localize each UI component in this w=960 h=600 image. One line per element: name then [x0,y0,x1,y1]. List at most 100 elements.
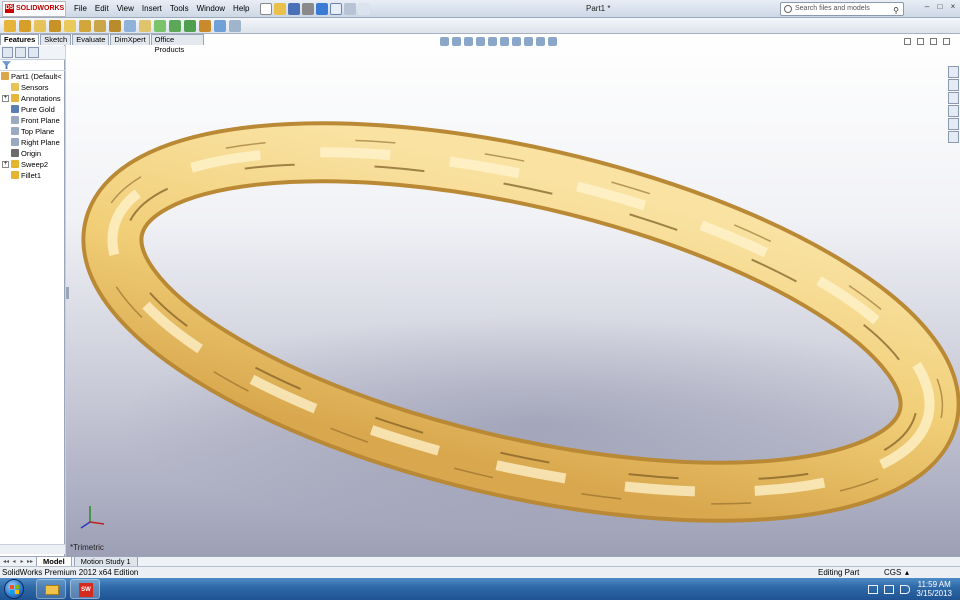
tree-item-front-plane[interactable]: Front Plane [0,115,65,126]
previous-view-icon[interactable] [464,37,473,46]
first-tab-button[interactable]: ◂◂ [2,558,10,566]
revolve-icon[interactable] [19,19,31,32]
tree-item-annotations[interactable]: + Annotations [0,93,65,104]
tab-features[interactable]: Features [0,34,40,45]
menu-help[interactable]: Help [229,0,253,18]
chamfer-icon[interactable] [79,19,91,32]
tree-item-label: Sensors [21,83,49,92]
file-explorer-icon[interactable] [948,92,959,104]
search-icon[interactable]: ⚲ [893,5,899,17]
action-center-icon[interactable] [868,584,879,594]
design-library-icon[interactable] [948,79,959,91]
zoom-to-fit-icon[interactable] [440,37,449,46]
tree-item-fillet1[interactable]: Fillet1 [0,170,65,181]
units-selector[interactable]: CGS [884,568,901,578]
search-results-icon[interactable] [948,105,959,117]
feature-tree-icon[interactable] [2,47,13,58]
loft-icon[interactable] [49,19,61,32]
custom-properties-icon[interactable] [948,131,959,143]
restore-button[interactable]: □ [935,2,945,12]
hole-wizard-icon[interactable] [199,19,211,32]
curves-icon[interactable] [169,19,181,32]
select-cursor-icon[interactable] [329,2,342,15]
edition-text: SolidWorks Premium 2012 x64 Edition [2,568,139,577]
viewport-restore-icon[interactable] [917,38,924,45]
sweep-tool-icon[interactable] [34,19,46,32]
graphics-area[interactable]: *Trimetric [66,34,960,556]
new-document-icon[interactable] [259,2,272,15]
viewport-close-icon[interactable] [943,38,950,45]
expand-icon[interactable]: + [2,161,9,168]
apply-scene-icon[interactable] [536,37,545,46]
display-style-icon[interactable] [500,37,509,46]
tab-dimxpert[interactable]: DimXpert [110,34,150,45]
open-folder-icon[interactable] [273,2,286,15]
volume-icon[interactable] [900,584,911,594]
undo-icon[interactable] [315,2,328,15]
section-view-icon[interactable] [476,37,485,46]
view-settings-icon[interactable] [548,37,557,46]
tree-item-sensors[interactable]: Sensors [0,82,65,93]
rebuild-icon[interactable] [343,2,356,15]
tab-model[interactable]: Model [36,556,72,567]
clock[interactable]: 11:59 AM 3/15/2013 [916,580,952,598]
fillet-tool-icon[interactable] [64,19,76,32]
close-button[interactable]: × [948,2,958,12]
menu-tools[interactable]: Tools [166,0,193,18]
property-manager-icon[interactable] [15,47,26,58]
prev-tab-button[interactable]: ◂ [10,558,18,566]
pattern-icon[interactable] [124,19,136,32]
tab-office-products[interactable]: Office Products [150,34,204,54]
appearances-icon[interactable] [948,118,959,130]
tree-item-right-plane[interactable]: Right Plane [0,137,65,148]
menu-insert[interactable]: Insert [138,0,166,18]
solidworks-resources-icon[interactable] [948,66,959,78]
print-icon[interactable] [301,2,314,15]
zoom-area-icon[interactable] [452,37,461,46]
tree-item-origin[interactable]: Origin [0,148,65,159]
origin-icon [11,149,19,157]
hide-show-icon[interactable] [512,37,521,46]
instant3d-icon[interactable] [184,19,196,32]
tree-item-sweep2[interactable]: + Sweep2 [0,159,65,170]
extrude-icon[interactable] [4,19,16,32]
options-icon[interactable] [357,2,370,15]
menu-file[interactable]: File [70,0,91,18]
mirror-icon[interactable] [139,19,151,32]
solidworks-logo[interactable]: DS SOLIDWORKS [2,0,66,17]
tab-motion-study-1[interactable]: Motion Study 1 [73,556,138,567]
solidworks-taskbar-button[interactable]: SW [70,579,100,599]
tab-sketch[interactable]: Sketch [40,34,72,45]
edit-appearance-icon[interactable] [524,37,533,46]
tab-evaluate[interactable]: Evaluate [72,34,110,45]
menu-edit[interactable]: Edit [91,0,113,18]
tree-horizontal-scrollbar[interactable] [0,544,65,554]
search-input[interactable]: Search files and models ⚲ [780,2,904,16]
twisted-ring-model[interactable] [66,34,960,556]
viewport-tile-icon[interactable] [904,38,911,45]
minimize-button[interactable]: – [922,2,932,12]
next-tab-button[interactable]: ▸ [18,558,26,566]
tree-filter[interactable] [0,60,65,71]
shell-icon[interactable] [94,19,106,32]
network-icon[interactable] [884,584,895,594]
menu-view[interactable]: View [113,0,138,18]
measure-icon[interactable] [214,19,226,32]
menu-window[interactable]: Window [193,0,229,18]
tree-item-top-plane[interactable]: Top Plane [0,126,65,137]
section-view-icon[interactable] [229,19,241,32]
last-tab-button[interactable]: ▸▸ [26,558,34,566]
configuration-manager-icon[interactable] [28,47,39,58]
units-arrow-icon[interactable]: ▴ [905,568,909,578]
tree-item-material[interactable]: Pure Gold [0,104,65,115]
explorer-taskbar-button[interactable] [36,579,66,599]
tree-item-part1[interactable]: Part1 (Default< [0,71,65,82]
reference-geometry-icon[interactable] [154,19,166,32]
panel-splitter-handle[interactable] [66,287,69,299]
rib-icon[interactable] [109,19,121,32]
save-icon[interactable] [287,2,300,15]
expand-icon[interactable]: + [2,95,9,102]
view-orientation-icon[interactable] [488,37,497,46]
start-button[interactable] [4,579,24,599]
viewport-minimize-icon[interactable] [930,38,937,45]
